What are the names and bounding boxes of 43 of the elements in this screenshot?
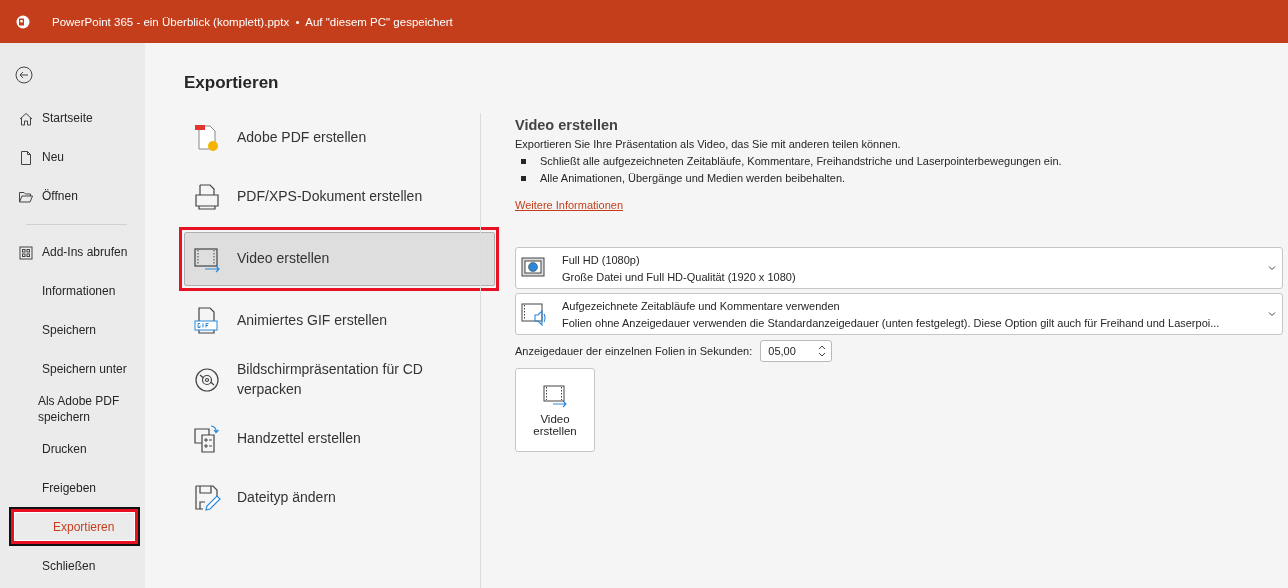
export-option[interactable]: Dateityp ändern: [184, 474, 495, 522]
bullet-icon: [521, 158, 526, 164]
bullet-text: Alle Animationen, Übergänge und Medien werden beibehalten.: [540, 172, 846, 184]
app-logo-icon: [16, 14, 30, 29]
sidebar-item[interactable]: Speichern unter: [10, 350, 140, 389]
sidebar-item[interactable]: Neu: [10, 138, 140, 177]
more-info-link[interactable]: Weitere Informationen: [515, 199, 624, 211]
export-option[interactable]: PDF/XPS-Dokument erstellen: [184, 173, 495, 221]
film-speaker-icon: [520, 301, 548, 327]
film-arrow-icon: [541, 383, 569, 409]
export-option[interactable]: Bildschirmpräsentation für CD verpacken: [184, 356, 495, 404]
page-icon: [18, 149, 34, 166]
grid-icon: [18, 244, 34, 261]
sidebar-item[interactable]: Drucken: [10, 429, 140, 469]
page-title: Exportieren: [184, 73, 280, 93]
sidebar-item[interactable]: Speichern: [10, 311, 140, 350]
export-option[interactable]: Video erstellen: [184, 232, 495, 286]
export-option[interactable]: Adobe PDF erstellen: [184, 114, 495, 162]
export-option[interactable]: Animiertes GIF erstellen: [184, 297, 495, 345]
sidebar-item[interactable]: Exportieren: [14, 512, 135, 542]
spinner-arrows-icon: [817, 344, 826, 358]
sidebar-item[interactable]: Informationen: [10, 272, 140, 311]
sidebar-item[interactable]: Add-Ins abrufen: [10, 233, 140, 272]
description-text: Exportieren Sie Ihre Präsentation als Video, das Sie mit anderen teilen können.: [515, 138, 901, 150]
sidebar-item[interactable]: Startseite: [10, 99, 140, 138]
home-icon: [18, 110, 34, 127]
settings-dropdown[interactable]: Aufgezeichnete Zeitabläufe und Kommentare verwenden Folien ohne Anzeigedauer verwenden die Standardanzeigedauer (unten festgelegt). Diese Option gilt auch für Freihand und Laserpoi...: [515, 293, 1283, 335]
section-title: Video erstellen: [515, 117, 618, 133]
create-video-button[interactable]: Video erstellen: [515, 368, 595, 452]
duration-spinner[interactable]: 05,00: [760, 340, 832, 362]
chevron-down-icon: [1268, 265, 1276, 271]
sidebar-item[interactable]: Öffnen: [10, 177, 140, 216]
settings-dropdown[interactable]: Full HD (1080p) Große Datei und Full HD-Qualität (1920 x 1080): [515, 247, 1283, 289]
sidebar-item[interactable]: Schließen: [10, 546, 140, 586]
duration-label: Anzeigedauer der einzelnen Folien in Sekunden:: [515, 345, 753, 357]
bullet-icon: [521, 175, 526, 181]
sidebar-item[interactable]: Als Adobe PDF speichern: [10, 389, 140, 430]
export-option[interactable]: Handzettel erstellen: [184, 415, 495, 463]
window-title: PowerPoint 365 - ein Überblick (komplett).pptx • Auf "diesem PC" gespeichert: [52, 15, 453, 28]
bullet-text: Schließt alle aufgezeichneten Zeitabläufe, Kommentare, Freihandstriche und Laserpointerbewegungen ein.: [540, 155, 1062, 167]
sidebar-item[interactable]: Freigeben: [10, 468, 140, 508]
back-button[interactable]: [14, 65, 34, 85]
chevron-down-icon: [1268, 311, 1276, 317]
